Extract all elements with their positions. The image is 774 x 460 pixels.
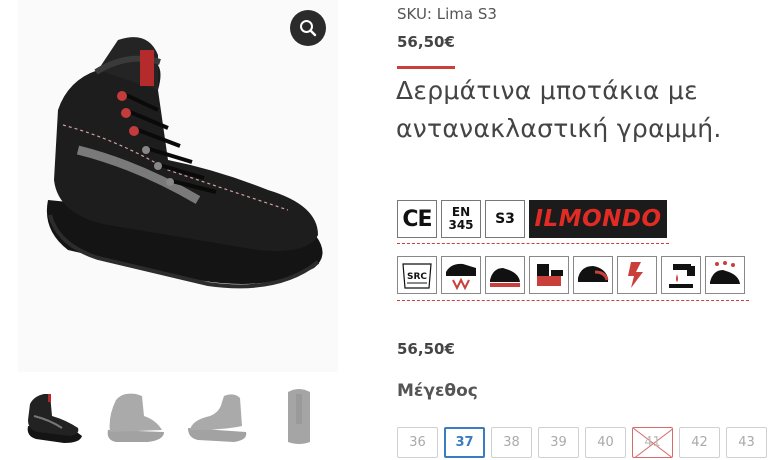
- variation-price: 56,50€: [397, 340, 455, 358]
- feature-pictograms: SRC: [397, 256, 745, 294]
- size-option-42[interactable]: 42: [679, 427, 720, 458]
- thumbnail-1[interactable]: [18, 383, 88, 449]
- energy-absorbing-heel-icon: [529, 256, 569, 294]
- certification-row: CE EN 345 S3 ILMONDO: [397, 200, 667, 238]
- src-slip-icon: SRC: [397, 256, 437, 294]
- water-resistant-icon: [661, 256, 701, 294]
- product-title: Δερμάτινα μποτάκια με αντανακλαστική γρα…: [396, 76, 722, 143]
- en345-badge: EN 345: [441, 200, 481, 238]
- thumbnail-gallery: [18, 383, 338, 449]
- thumbnail-4[interactable]: [264, 383, 334, 449]
- dashed-divider: [397, 243, 669, 244]
- thumbnail-2[interactable]: [100, 383, 170, 449]
- title-separator: [397, 66, 455, 69]
- size-option-37[interactable]: 37: [444, 427, 485, 458]
- size-option-40[interactable]: 40: [585, 427, 626, 458]
- electrical-hazard-icon: [617, 256, 657, 294]
- size-option-38[interactable]: 38: [491, 427, 532, 458]
- boot-thumbnail-icon: [288, 389, 310, 444]
- en-number: 345: [448, 218, 474, 232]
- size-label: Μέγεθος: [397, 381, 478, 401]
- size-option-43[interactable]: 43: [726, 427, 767, 458]
- thumbnail-3[interactable]: [182, 383, 252, 449]
- svg-text:SRC: SRC: [407, 272, 427, 282]
- boot-thumbnail-icon: [107, 393, 164, 442]
- oil-resistant-sole-icon: [705, 256, 745, 294]
- ce-mark-badge: CE: [397, 200, 437, 238]
- s3-badge: S3: [485, 200, 525, 238]
- size-option-36[interactable]: 36: [397, 427, 438, 458]
- size-option-39[interactable]: 39: [538, 427, 579, 458]
- dashed-divider: [397, 300, 749, 301]
- antistatic-shoe-icon: [485, 256, 525, 294]
- brand-logo: ILMONDO: [529, 200, 667, 238]
- main-product-image[interactable]: [18, 0, 338, 372]
- size-option-41[interactable]: 41: [632, 427, 673, 458]
- size-selector: 36 37 38 39 40 41 42 43: [397, 427, 767, 458]
- toe-cap-protection-icon: [573, 256, 613, 294]
- zoom-button[interactable]: [290, 10, 326, 46]
- boot-thumbnail-icon: [188, 394, 247, 442]
- boot-thumbnail-icon: [27, 394, 83, 443]
- search-icon: [300, 20, 317, 37]
- product-price: 56,50€: [397, 33, 455, 51]
- puncture-resistant-sole-icon: [441, 256, 481, 294]
- boot-image: [46, 37, 323, 289]
- product-sku: SKU: Lima S3: [397, 5, 497, 23]
